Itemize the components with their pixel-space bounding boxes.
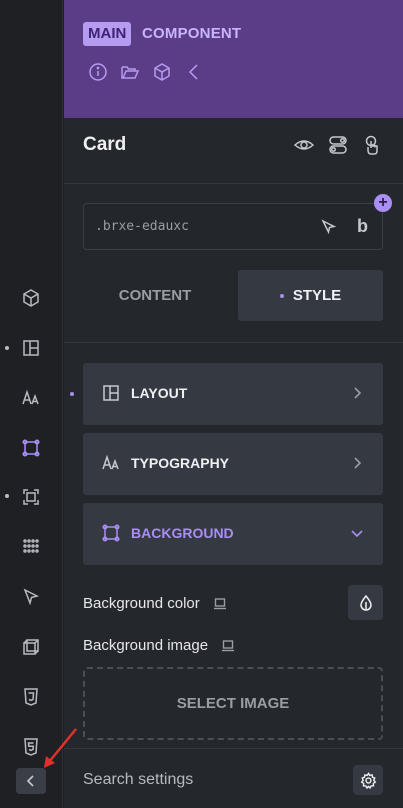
chevron-right-icon xyxy=(349,455,365,471)
group-modified-dot xyxy=(70,392,74,396)
grid-dots-icon[interactable] xyxy=(18,534,44,560)
chevron-left-icon[interactable] xyxy=(182,60,206,84)
background-color-label: Background color xyxy=(83,595,200,612)
component-label: COMPONENT xyxy=(142,25,242,42)
group-typography[interactable]: TYPOGRAPHY xyxy=(83,433,383,495)
typography-icon[interactable] xyxy=(18,385,44,411)
border-icon[interactable] xyxy=(18,484,44,510)
eye-icon[interactable] xyxy=(293,134,315,156)
chevron-right-icon xyxy=(349,385,365,401)
active-dot xyxy=(279,293,284,298)
tab-content[interactable]: CONTENT xyxy=(83,270,227,321)
chevron-down-icon xyxy=(349,525,365,541)
search-settings-bar xyxy=(64,748,403,808)
search-settings-input[interactable] xyxy=(83,771,333,789)
select-image-button[interactable]: SELECT IMAGE xyxy=(83,667,383,740)
main-badge[interactable]: MAIN xyxy=(83,22,132,46)
cube-icon[interactable] xyxy=(150,60,174,84)
chevron-left-icon xyxy=(26,775,34,787)
tab-style-label: STYLE xyxy=(292,287,342,304)
bold-class-button[interactable]: b xyxy=(357,216,368,237)
droplet-icon xyxy=(359,594,372,611)
tab-style[interactable]: STYLE xyxy=(238,270,383,321)
background-color-control: Background color xyxy=(83,595,227,612)
box-icon[interactable] xyxy=(18,285,44,311)
color-picker-button[interactable] xyxy=(348,585,383,620)
group-layout-label: LAYOUT xyxy=(131,385,188,401)
element-title: Card xyxy=(83,134,127,155)
toggle-icon[interactable] xyxy=(327,134,349,156)
divider xyxy=(64,342,403,343)
info-icon[interactable] xyxy=(86,60,110,84)
typography-icon xyxy=(101,453,123,475)
touch-icon[interactable] xyxy=(361,134,383,156)
transform-icon[interactable] xyxy=(18,634,44,660)
folder-open-icon[interactable] xyxy=(118,60,142,84)
settings-panel: MAIN COMPONENT Card .brxe-edauxc b + CON… xyxy=(64,0,403,808)
settings-button[interactable] xyxy=(353,765,383,795)
group-background-label: BACKGROUND xyxy=(131,525,234,541)
rail-modified-dot xyxy=(5,346,9,350)
background-icon[interactable] xyxy=(18,435,44,461)
cursor-icon[interactable] xyxy=(320,218,338,236)
layout-icon xyxy=(101,383,123,405)
desktop-breakpoint-icon xyxy=(213,597,227,611)
add-class-button[interactable]: + xyxy=(374,194,392,212)
left-rail xyxy=(0,0,63,808)
background-image-control: Background image xyxy=(83,637,235,654)
group-typography-label: TYPOGRAPHY xyxy=(131,455,230,471)
group-background[interactable]: BACKGROUND xyxy=(83,503,383,565)
layout-icon[interactable] xyxy=(18,335,44,361)
panel-header: MAIN COMPONENT xyxy=(64,0,403,118)
background-icon xyxy=(101,523,123,545)
background-image-label: Background image xyxy=(83,637,209,654)
cursor-icon[interactable] xyxy=(18,584,44,610)
css-selector-value[interactable]: .brxe-edauxc xyxy=(95,219,189,234)
collapse-sidebar-button[interactable] xyxy=(16,768,46,794)
css3-icon[interactable] xyxy=(18,684,44,710)
rail-modified-dot xyxy=(5,494,9,498)
desktop-breakpoint-icon xyxy=(221,639,235,653)
annotation-arrow xyxy=(44,728,77,768)
group-layout[interactable]: LAYOUT xyxy=(83,363,383,425)
gear-icon xyxy=(360,771,376,789)
css-selector-field[interactable]: .brxe-edauxc b xyxy=(83,203,383,250)
element-title-row: Card xyxy=(64,118,403,184)
